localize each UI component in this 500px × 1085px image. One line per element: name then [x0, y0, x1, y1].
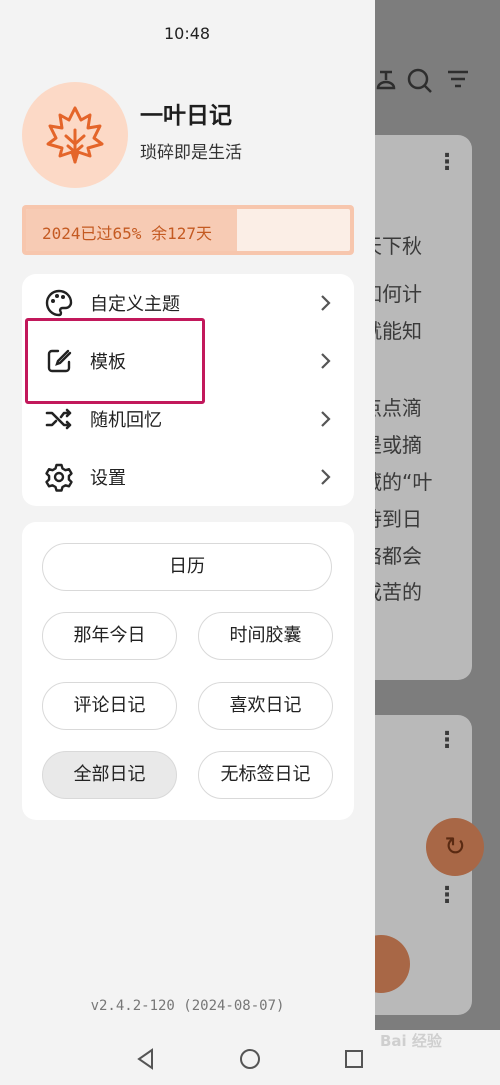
highlight-annotation	[25, 318, 205, 404]
liked-diaries-button[interactable]: 喜欢日记	[198, 682, 333, 730]
chevron-right-icon	[321, 469, 331, 485]
calendar-button[interactable]: 日历	[42, 543, 332, 591]
time-capsule-button[interactable]: 时间胶囊	[198, 612, 333, 660]
commented-diaries-button[interactable]: 评论日记	[42, 682, 177, 730]
refresh-icon: ↻	[426, 818, 484, 876]
status-bar: 10:48	[0, 0, 375, 60]
more-icon: ⋮	[436, 728, 458, 753]
version-label: v2.4.2-120 (2024-08-07)	[90, 998, 285, 1014]
menu-item-label: 随机回忆	[90, 410, 162, 431]
year-progress-bar: 2024已过65% 余127天	[22, 205, 354, 255]
more-icon: ⋮	[436, 150, 458, 175]
year-progress-label: 2024已过65% 余127天	[42, 224, 212, 243]
filter-card: 日历 那年今日 时间胶囊 评论日记 喜欢日记 全部日记 无标签日记	[22, 522, 354, 820]
chevron-right-icon	[321, 353, 331, 369]
status-time: 10:48	[164, 24, 211, 43]
menu-item-label: 设置	[90, 468, 126, 489]
gear-icon	[45, 463, 73, 492]
app-name: 一叶日记	[140, 103, 232, 129]
chevron-right-icon	[321, 295, 331, 311]
background-toolbar	[372, 60, 500, 100]
navigation-drawer: 10:48 一叶日记 琐碎即是生活 2024已过65% 余127天 自定义主题	[0, 0, 375, 1085]
maple-leaf-icon	[46, 106, 104, 164]
app-slogan: 琐碎即是生活	[140, 143, 242, 163]
shuffle-icon	[45, 408, 72, 430]
home-icon[interactable]	[237, 1046, 263, 1072]
recents-icon[interactable]	[341, 1046, 367, 1072]
this-day-button[interactable]: 那年今日	[42, 612, 177, 660]
menu-item-settings[interactable]: 设置	[22, 448, 354, 506]
all-diaries-button[interactable]: 全部日记	[42, 751, 177, 799]
palette-icon	[45, 289, 73, 317]
watermark: Bai 经验	[380, 1032, 442, 1050]
menu-item-label: 自定义主题	[90, 294, 180, 315]
more-icon: ⋮	[436, 883, 458, 908]
chevron-right-icon	[321, 411, 331, 427]
untagged-diaries-button[interactable]: 无标签日记	[198, 751, 333, 799]
app-logo	[22, 82, 128, 188]
back-icon[interactable]	[133, 1046, 159, 1072]
